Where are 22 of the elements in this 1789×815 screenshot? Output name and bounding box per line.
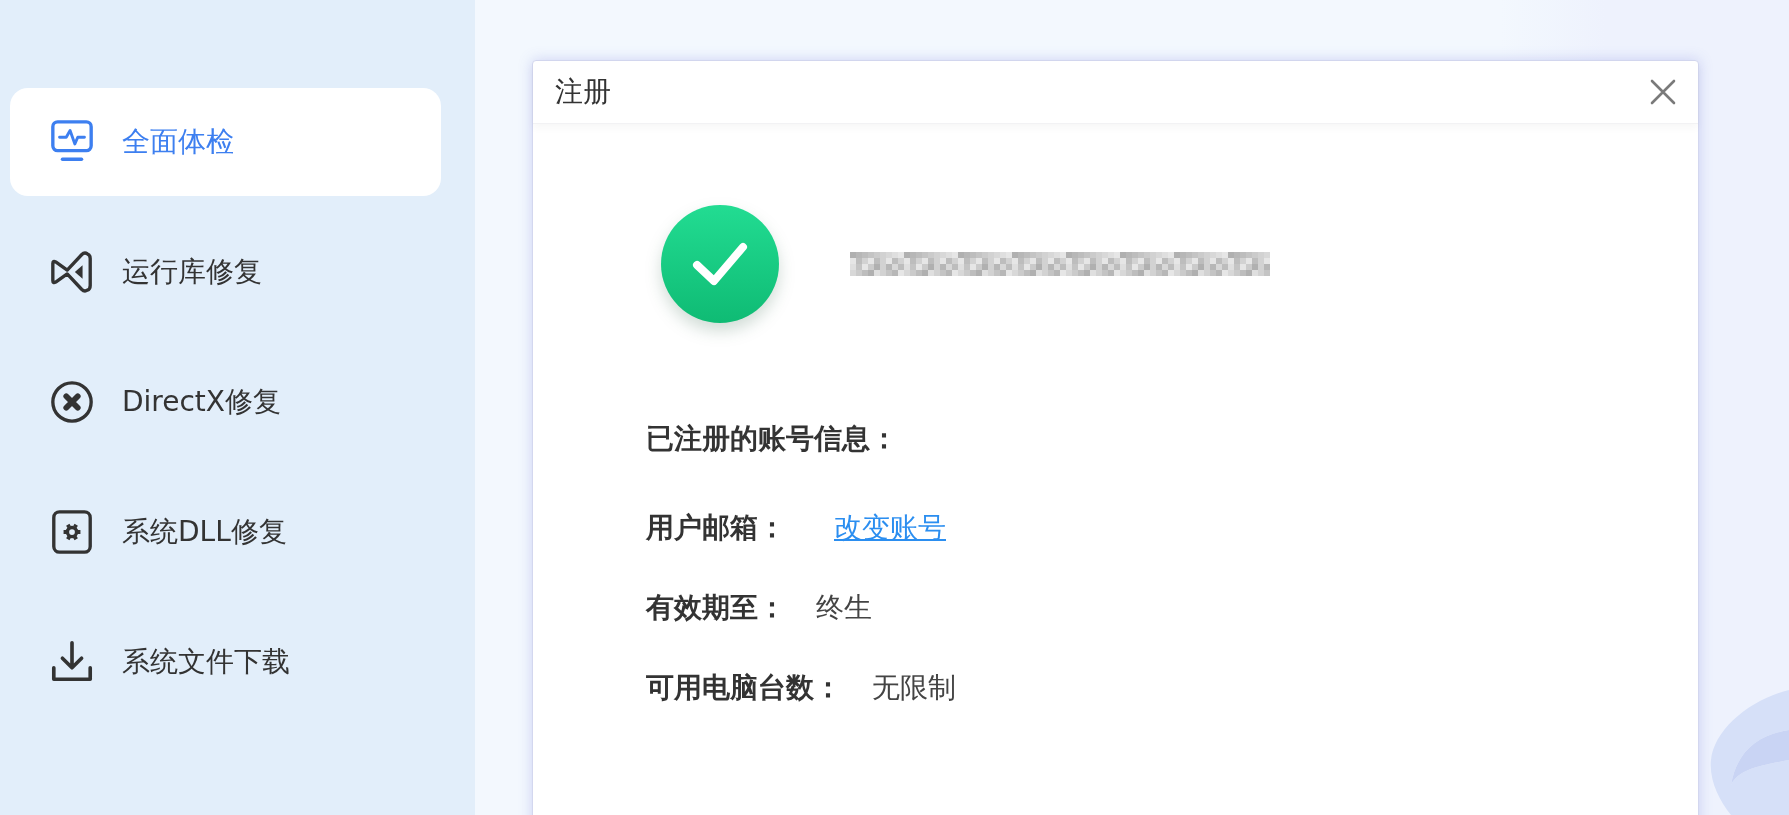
field-label: 用户邮箱：: [646, 510, 786, 546]
sidebar-item-label: 运行库修复: [122, 254, 262, 290]
sidebar-item-label: 全面体检: [122, 124, 234, 160]
gear-square-icon: [49, 509, 95, 555]
check-circle-icon: [661, 205, 779, 323]
sidebar-item[interactable]: 系统DLL修复: [10, 478, 441, 586]
sidebar-item[interactable]: DirectX修复: [10, 348, 441, 456]
dialog-title: 注册: [555, 74, 611, 110]
close-icon: [1650, 79, 1676, 105]
field-label: 可用电脑台数：: [646, 670, 842, 706]
x-circle-icon: [49, 379, 95, 425]
field-label: 有效期至：: [646, 590, 786, 626]
bowtie-icon: [49, 249, 95, 295]
sidebar-item-label: DirectX修复: [122, 384, 282, 420]
sidebar-item[interactable]: 系统文件下载: [10, 608, 441, 716]
sidebar-item[interactable]: 运行库修复: [10, 218, 441, 326]
sidebar-item-label: 系统DLL修复: [122, 514, 287, 550]
sidebar-item-label: 系统文件下载: [122, 644, 290, 680]
section-heading: 已注册的账号信息：: [646, 421, 898, 457]
field-value: 终生: [816, 590, 872, 626]
field-value: 无限制: [872, 670, 956, 706]
sidebar-item[interactable]: 全面体检: [10, 88, 441, 196]
